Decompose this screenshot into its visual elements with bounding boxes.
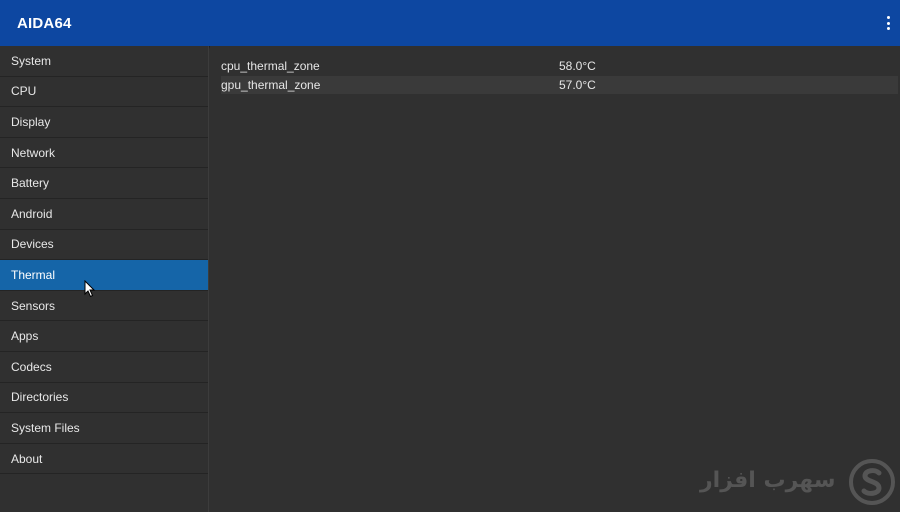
sidebar-item-display[interactable]: Display: [0, 107, 208, 138]
thermal-content: cpu_thermal_zone 58.0°C gpu_thermal_zone…: [210, 46, 900, 512]
sensor-name: cpu_thermal_zone: [221, 59, 320, 73]
sidebar-item-label: Display: [11, 114, 51, 129]
sidebar-nav: System CPU Display Network Battery Andro…: [0, 46, 209, 512]
sidebar-item-about[interactable]: About: [0, 444, 208, 475]
app-bar: AIDA64: [0, 0, 900, 46]
sidebar-item-system[interactable]: System: [0, 46, 208, 77]
sensor-value: 57.0°C: [559, 78, 596, 92]
sidebar-item-network[interactable]: Network: [0, 138, 208, 169]
sidebar-item-sensors[interactable]: Sensors: [0, 291, 208, 322]
sidebar-item-label: Directories: [11, 390, 69, 405]
watermark: سهرب افزار: [700, 458, 898, 508]
sidebar-item-apps[interactable]: Apps: [0, 321, 208, 352]
s-logo-icon: [849, 459, 895, 505]
sidebar-item-label: CPU: [11, 84, 37, 99]
sidebar-item-label: Devices: [11, 237, 54, 252]
sidebar-item-label: Codecs: [11, 359, 52, 374]
sidebar-item-label: Android: [11, 206, 53, 221]
sidebar-item-battery[interactable]: Battery: [0, 168, 208, 199]
sidebar-item-label: Sensors: [11, 298, 56, 313]
sidebar-item-codecs[interactable]: Codecs: [0, 352, 208, 383]
sidebar-item-label: System: [11, 53, 52, 68]
watermark-text: سهرب افزار: [700, 468, 836, 493]
sidebar-item-devices[interactable]: Devices: [0, 230, 208, 261]
sidebar-item-label: Battery: [11, 176, 50, 191]
sidebar-item-label: About: [11, 451, 43, 466]
sidebar-item-label: Apps: [11, 329, 39, 344]
sensor-value: 58.0°C: [559, 59, 596, 73]
sidebar-item-thermal[interactable]: Thermal: [0, 260, 208, 291]
sidebar-item-label: Network: [11, 145, 56, 160]
table-row[interactable]: gpu_thermal_zone 57.0°C: [221, 76, 898, 94]
table-row[interactable]: cpu_thermal_zone 58.0°C: [221, 57, 898, 75]
mouse-pointer-icon: [84, 280, 96, 298]
sensor-name: gpu_thermal_zone: [221, 78, 321, 92]
sidebar-item-android[interactable]: Android: [0, 199, 208, 230]
sidebar-item-system-files[interactable]: System Files: [0, 413, 208, 444]
app-title: AIDA64: [17, 14, 72, 32]
sidebar-item-label: Thermal: [11, 267, 56, 282]
sidebar-item-cpu[interactable]: CPU: [0, 77, 208, 108]
sidebar-item-directories[interactable]: Directories: [0, 383, 208, 414]
more-vert-icon[interactable]: [882, 13, 894, 33]
sidebar-item-label: System Files: [11, 420, 80, 435]
